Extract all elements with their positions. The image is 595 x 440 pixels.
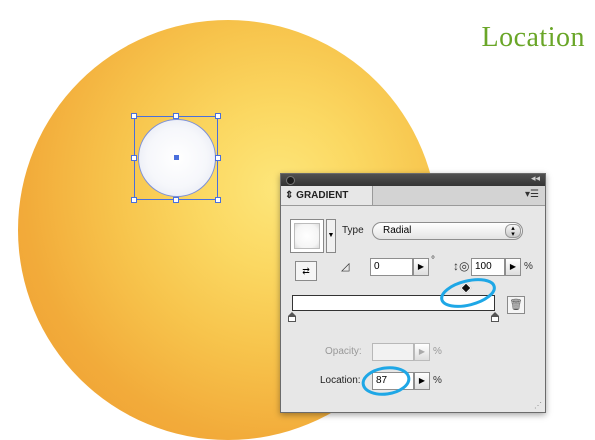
midpoint-diamond[interactable]: [460, 282, 472, 294]
trash-icon[interactable]: 🗑: [507, 296, 525, 314]
tab-expand-icon: ⇕: [285, 190, 297, 201]
angle-input[interactable]: 0: [370, 258, 413, 276]
location-unit: %: [433, 375, 442, 386]
handle-bottom-middle[interactable]: [173, 197, 179, 203]
handle-top-left[interactable]: [131, 113, 137, 119]
color-stop-left[interactable]: [288, 312, 296, 322]
type-select[interactable]: Radial ▴ ▾: [372, 222, 523, 240]
opacity-dropdown-button[interactable]: ▶: [414, 343, 430, 361]
collapse-icon[interactable]: ◂◂: [531, 173, 540, 184]
angle-unit: °: [431, 255, 435, 266]
panel-tab-row: ⇕ GRADIENT ▾☰: [281, 186, 545, 206]
reverse-gradient-button[interactable]: ⇄: [295, 261, 317, 281]
handle-middle-left[interactable]: [131, 155, 137, 161]
location-input[interactable]: 87: [372, 372, 414, 390]
stop-body: [491, 316, 499, 322]
aspect-ratio-icon: ↕◎: [453, 259, 470, 273]
aspect-ratio-input[interactable]: 100: [471, 258, 505, 276]
opacity-label: Opacity:: [325, 346, 362, 357]
type-select-value: Radial: [383, 225, 412, 236]
gradient-slider[interactable]: [292, 295, 495, 311]
gradient-panel: ◂◂ ⇕ GRADIENT ▾☰ ▼ Type Radial ▴ ▾ ⇄ ◿ 0 …: [280, 173, 546, 413]
resize-grip-icon[interactable]: ⋰: [534, 401, 542, 410]
heading: Location: [481, 22, 585, 53]
opacity-input[interactable]: [372, 343, 414, 361]
handle-middle-right[interactable]: [215, 155, 221, 161]
gradient-swatch[interactable]: [290, 219, 324, 253]
angle-dropdown-button[interactable]: ▶: [413, 258, 429, 276]
handle-bottom-right[interactable]: [215, 197, 221, 203]
aspect-ratio-unit: %: [524, 261, 533, 272]
opacity-unit: %: [433, 346, 442, 357]
swatch-preview: [294, 223, 320, 249]
center-point: [174, 155, 179, 160]
handle-bottom-left[interactable]: [131, 197, 137, 203]
angle-icon: ◿: [341, 261, 350, 273]
location-label: Location:: [320, 375, 361, 386]
tab-gradient[interactable]: ⇕ GRADIENT: [281, 186, 373, 205]
swatch-dropdown-button[interactable]: ▼: [326, 219, 336, 253]
handle-top-middle[interactable]: [173, 113, 179, 119]
color-stop-right[interactable]: [491, 312, 499, 322]
artboard: Location ◂◂ ⇕ GRADIENT ▾☰ ▼ Type Radial …: [0, 0, 595, 440]
type-label: Type: [342, 225, 364, 236]
chevron-updown-icon: ▴ ▾: [505, 224, 521, 238]
close-icon[interactable]: [286, 176, 295, 185]
stop-body: [288, 316, 296, 322]
tab-gradient-label: GRADIENT: [296, 190, 349, 201]
panel-menu-icon[interactable]: ▾☰: [525, 189, 539, 200]
handle-top-right[interactable]: [215, 113, 221, 119]
location-dropdown-button[interactable]: ▶: [414, 372, 430, 390]
aspect-ratio-dropdown-button[interactable]: ▶: [505, 258, 521, 276]
panel-titlebar[interactable]: ◂◂: [281, 173, 545, 186]
